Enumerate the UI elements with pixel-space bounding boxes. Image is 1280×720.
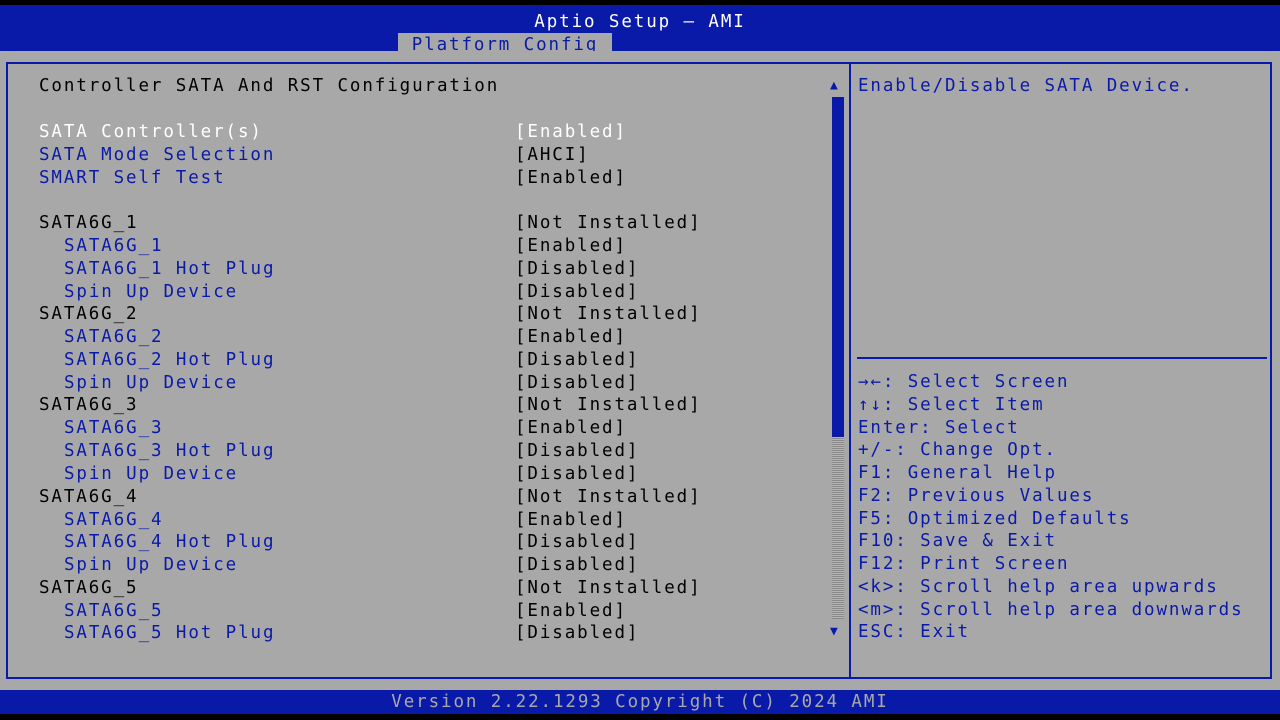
key-hint: F10: Save & Exit	[858, 531, 1057, 552]
setting-label[interactable]: SATA6G_4 Hot Plug	[64, 531, 275, 553]
setting-label[interactable]: SATA6G_4	[64, 509, 164, 531]
setting-value[interactable]: [Disabled]	[515, 531, 639, 553]
setting-label[interactable]: SATA6G_3 Hot Plug	[64, 440, 275, 462]
setting-value[interactable]: [Enabled]	[515, 417, 627, 439]
setting-value[interactable]: [Enabled]	[515, 326, 627, 348]
setting-label[interactable]: SATA Mode Selection	[39, 144, 275, 166]
setting-label[interactable]: Spin Up Device	[64, 463, 238, 485]
key-hint: ESC: Exit	[858, 622, 970, 643]
setting-label[interactable]: SMART Self Test	[39, 167, 226, 189]
help-separator	[857, 357, 1267, 359]
setting-value[interactable]: [Enabled]	[515, 235, 627, 257]
page-heading: Controller SATA And RST Configuration	[39, 76, 500, 96]
setting-label[interactable]: SATA6G_5 Hot Plug	[64, 622, 275, 644]
setting-label[interactable]: Spin Up Device	[64, 281, 238, 303]
scroll-down-icon[interactable]: ▼	[830, 624, 838, 639]
bottom-border	[0, 714, 1280, 720]
setting-value[interactable]: [Disabled]	[515, 440, 639, 462]
setting-label[interactable]: SATA Controller(s)	[39, 121, 263, 143]
key-hint: <m>: Scroll help area downwards	[858, 599, 1244, 620]
scrollbar-thumb[interactable]	[832, 97, 844, 437]
setting-value[interactable]: [Enabled]	[515, 121, 627, 143]
setting-value: [Not Installed]	[515, 213, 702, 233]
footer-version: Version 2.22.1293 Copyright (C) 2024 AMI	[0, 690, 1280, 714]
app-title: Aptio Setup – AMI	[534, 12, 746, 32]
setting-label[interactable]: SATA6G_2 Hot Plug	[64, 349, 275, 371]
key-hint: +/-: Change Opt.	[858, 440, 1057, 461]
key-hint: <k>: Scroll help area upwards	[858, 576, 1219, 597]
setting-label: SATA6G_1	[39, 213, 139, 233]
key-hint: F2: Previous Values	[858, 485, 1095, 506]
setting-value[interactable]: [Disabled]	[515, 372, 639, 394]
key-hint: F5: Optimized Defaults	[858, 508, 1132, 529]
setting-value: [Not Installed]	[515, 395, 702, 415]
panel-divider	[849, 62, 851, 679]
key-hint: F12: Print Screen	[858, 554, 1070, 574]
key-hint: ↑↓: Select Item	[858, 394, 1045, 415]
setting-value[interactable]: [Disabled]	[515, 622, 639, 644]
key-hint: Enter: Select	[858, 417, 1020, 438]
setting-label[interactable]: SATA6G_1 Hot Plug	[64, 258, 275, 280]
setting-label[interactable]: SATA6G_3	[64, 417, 164, 439]
setting-label: SATA6G_2	[39, 304, 139, 324]
setting-value[interactable]: [Disabled]	[515, 554, 639, 576]
setting-label[interactable]: SATA6G_5	[64, 600, 164, 622]
scroll-up-icon[interactable]: ▲	[830, 78, 838, 93]
setting-label[interactable]: Spin Up Device	[64, 372, 238, 394]
key-hint: →←: Select Screen	[858, 372, 1070, 392]
setting-value[interactable]: [Disabled]	[515, 281, 639, 303]
setting-label: SATA6G_3	[39, 395, 139, 415]
setting-label[interactable]: SATA6G_2	[64, 326, 164, 348]
help-description: Enable/Disable SATA Device.	[858, 76, 1194, 96]
setting-value[interactable]: [AHCI]	[515, 144, 590, 166]
setting-label: SATA6G_4	[39, 487, 139, 507]
title-bar: Aptio Setup – AMI Platform Config	[0, 5, 1280, 56]
setting-value[interactable]: [Disabled]	[515, 349, 639, 371]
setting-value[interactable]: [Disabled]	[515, 258, 639, 280]
setting-value: [Not Installed]	[515, 304, 702, 324]
setting-label[interactable]: SATA6G_1	[64, 235, 164, 257]
setting-label: SATA6G_5	[39, 578, 139, 598]
setting-value[interactable]: [Enabled]	[515, 167, 627, 189]
setting-value[interactable]: [Enabled]	[515, 600, 627, 622]
setting-label[interactable]: Spin Up Device	[64, 554, 238, 576]
key-hint: F1: General Help	[858, 463, 1057, 483]
setting-value[interactable]: [Disabled]	[515, 463, 639, 485]
setting-value: [Not Installed]	[515, 487, 702, 507]
setting-value[interactable]: [Enabled]	[515, 509, 627, 531]
setting-value: [Not Installed]	[515, 578, 702, 598]
